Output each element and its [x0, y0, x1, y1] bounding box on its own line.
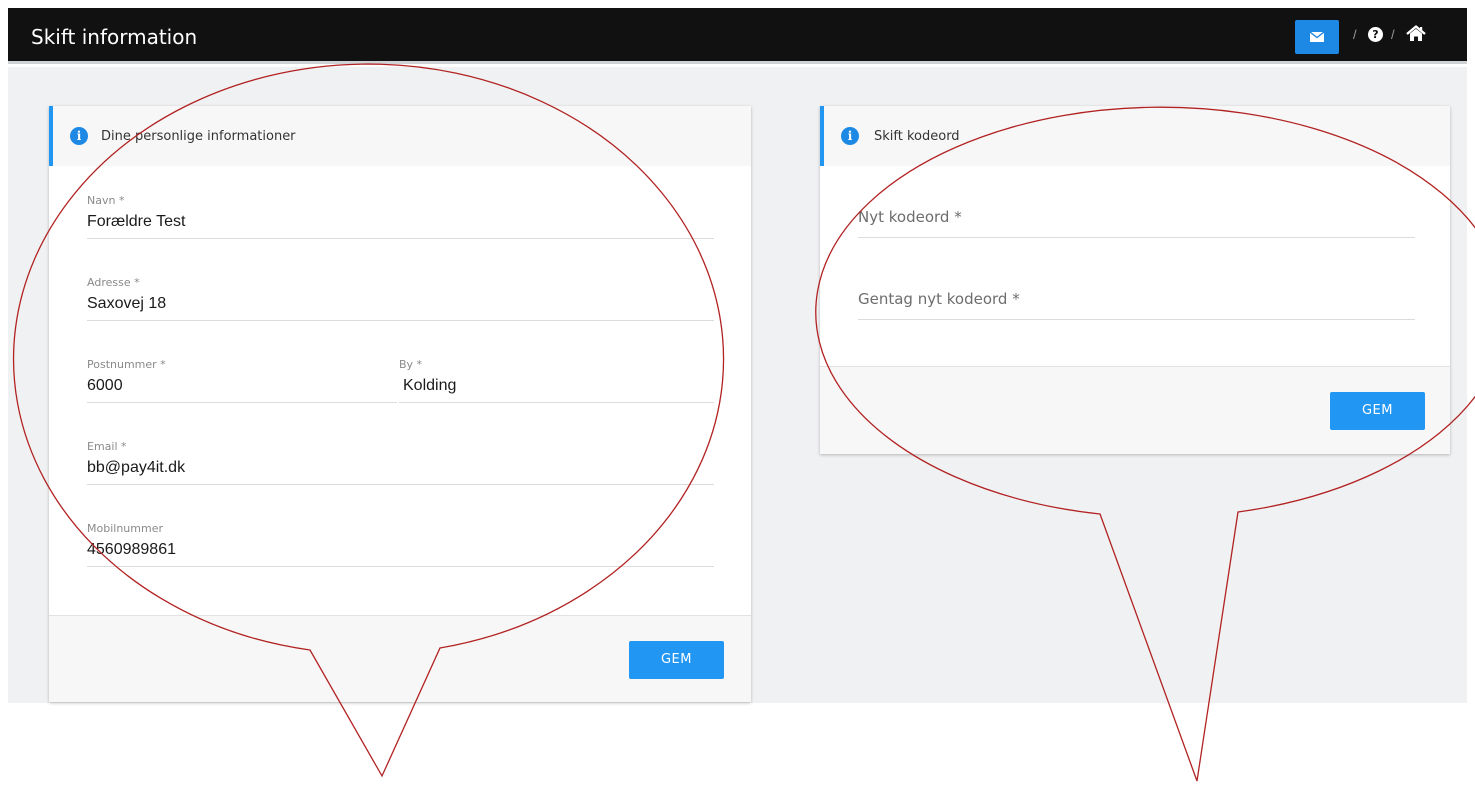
mail-button[interactable]: [1295, 20, 1339, 54]
page: Skift information / ? / i Dine personlig…: [0, 0, 1475, 789]
card-title: Skift kodeord: [874, 129, 960, 144]
field-label: Email *: [87, 440, 127, 453]
nav-separator: /: [1353, 27, 1357, 42]
field-value[interactable]: Saxovej 18: [87, 295, 166, 313]
city-field[interactable]: By * Kolding: [399, 353, 714, 403]
info-icon: i: [841, 127, 859, 145]
info-icon: i: [70, 127, 88, 145]
address-field[interactable]: Adresse * Saxovej 18: [87, 271, 714, 321]
card-header: i Dine personlige informationer: [49, 106, 751, 166]
card-title: Dine personlige informationer: [101, 129, 296, 144]
field-value[interactable]: Forældre Test: [87, 213, 185, 231]
card-footer: GEM: [49, 615, 751, 702]
repeat-password-field[interactable]: Gentag nyt kodeord *: [858, 280, 1415, 320]
card-footer: GEM: [820, 366, 1450, 454]
envelope-icon: [1310, 32, 1324, 42]
personal-info-card: i Dine personlige informationer Navn * F…: [49, 106, 751, 702]
field-label: Postnummer *: [87, 358, 166, 371]
email-field[interactable]: Email * bb@pay4it.dk: [87, 435, 714, 485]
field-value[interactable]: bb@pay4it.dk: [87, 459, 185, 477]
field-label: By *: [399, 358, 423, 371]
save-password-button[interactable]: GEM: [1330, 392, 1425, 430]
card-header: i Skift kodeord: [820, 106, 1450, 166]
field-placeholder[interactable]: Nyt kodeord *: [858, 208, 962, 226]
name-field[interactable]: Navn * Forældre Test: [87, 189, 714, 239]
postal-field[interactable]: Postnummer * 6000: [87, 353, 397, 403]
field-value[interactable]: 6000: [87, 377, 123, 395]
home-icon[interactable]: [1406, 25, 1426, 42]
save-personal-button[interactable]: GEM: [629, 641, 724, 679]
field-label: Navn *: [87, 194, 125, 207]
nav-separator: /: [1391, 27, 1395, 42]
password-card: i Skift kodeord Nyt kodeord * Gentag nyt…: [820, 106, 1450, 454]
field-label: Adresse *: [87, 276, 140, 289]
top-navbar: Skift information / ? /: [8, 8, 1467, 64]
new-password-field[interactable]: Nyt kodeord *: [858, 198, 1415, 238]
field-label: Mobilnummer: [87, 522, 163, 535]
field-placeholder[interactable]: Gentag nyt kodeord *: [858, 290, 1020, 308]
question-circle-icon[interactable]: ?: [1368, 27, 1383, 42]
page-title: Skift information: [31, 25, 198, 49]
field-value[interactable]: Kolding: [403, 377, 456, 395]
field-value[interactable]: 4560989861: [87, 541, 176, 559]
content-area: i Dine personlige informationer Navn * F…: [8, 67, 1467, 703]
mobile-field[interactable]: Mobilnummer 4560989861: [87, 517, 714, 567]
